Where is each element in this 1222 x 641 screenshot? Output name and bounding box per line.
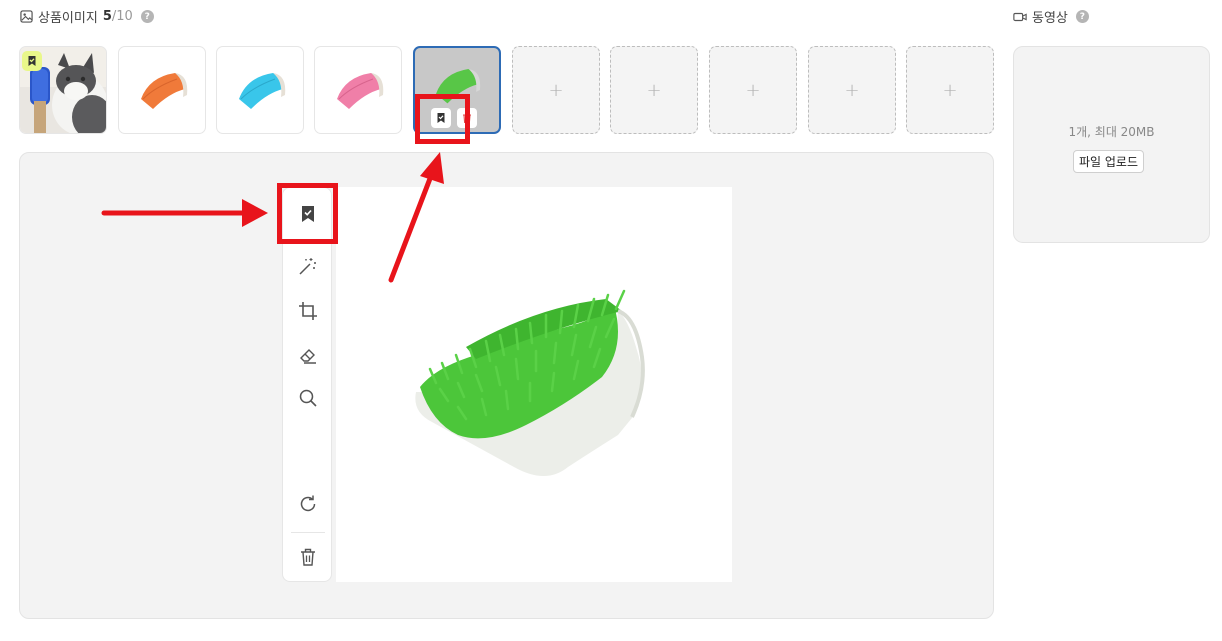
images-section-title: 상품이미지 (38, 11, 98, 26)
thumbnail-4[interactable] (314, 46, 402, 134)
green-brush-preview (415, 289, 645, 476)
image-count-current: 5 (102, 9, 112, 24)
thumbnail-2[interactable] (118, 46, 206, 134)
rotate-icon (300, 495, 316, 512)
empty-slot-7[interactable]: + (610, 46, 698, 134)
blue-brush-photo (239, 73, 286, 109)
bookmark-check-icon (28, 56, 36, 66)
video-section-title: 동영상 (1032, 11, 1068, 26)
rotate-tool[interactable] (297, 493, 319, 515)
zoom-tool[interactable] (297, 387, 319, 409)
empty-slot-8[interactable]: + (709, 46, 797, 134)
video-upload-box: 1개, 최대 20MB 파일 업로드 (1013, 46, 1210, 243)
toolbar-divider (291, 532, 325, 533)
delete-tool[interactable] (297, 546, 319, 568)
video-camera-icon (1013, 12, 1027, 21)
annotation-highlight-thumbnail (415, 94, 470, 144)
empty-slot-10[interactable]: + (906, 46, 994, 134)
magic-wand-tool[interactable] (297, 255, 319, 277)
representative-badge (22, 51, 42, 71)
image-count-max: /10 (111, 9, 133, 24)
magic-wand-icon (299, 258, 316, 275)
annotation-highlight-toolbar (277, 183, 338, 244)
editor-toolbar (282, 187, 332, 582)
eraser-tool[interactable] (297, 344, 319, 366)
video-limit-text: 1개, 최대 20MB (1068, 125, 1155, 139)
search-icon (299, 389, 317, 407)
orange-brush-photo (141, 73, 188, 109)
video-section-header: 동영상 ? (1013, 7, 1089, 26)
file-upload-button[interactable]: 파일 업로드 (1073, 150, 1145, 173)
empty-slot-6[interactable]: + (512, 46, 600, 134)
image-canvas[interactable] (336, 187, 732, 582)
help-icon[interactable]: ? (140, 10, 154, 23)
thumbnail-1[interactable] (19, 46, 107, 134)
eraser-icon (300, 349, 316, 364)
crop-icon (299, 302, 317, 320)
image-icon (20, 10, 33, 23)
images-section-header: 상품이미지 5/10 ? (20, 7, 154, 26)
help-icon[interactable]: ? (1075, 10, 1089, 23)
thumbnail-3[interactable] (216, 46, 304, 134)
crop-tool[interactable] (297, 300, 319, 322)
empty-slot-9[interactable]: + (808, 46, 896, 134)
trash-icon (301, 548, 315, 566)
pink-brush-photo (337, 73, 384, 109)
